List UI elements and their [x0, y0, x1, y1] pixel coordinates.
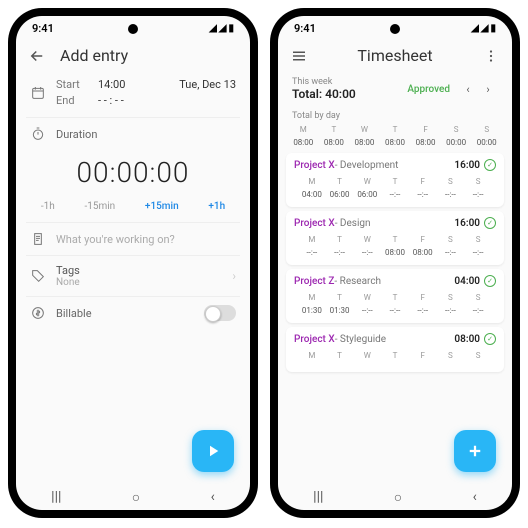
back-icon[interactable] [28, 47, 46, 65]
header: Add entry [16, 40, 250, 71]
billable-toggle[interactable] [204, 305, 236, 321]
status-time: 9:41 [294, 22, 316, 35]
phone-right: 9:41 ◢◢▮ Timesheet This week Total: 40:0… [270, 8, 520, 518]
check-icon: ✓ [484, 159, 496, 171]
duration-label: Duration [56, 128, 97, 141]
phone-left: 9:41 ◢◢▮ Add entry Start 14:00 Tue, Dec 13… [8, 8, 258, 518]
chevron-right-icon: › [232, 269, 236, 283]
check-icon: ✓ [484, 217, 496, 229]
billable-label: Billable [56, 307, 194, 320]
page-title: Add entry [60, 46, 238, 65]
end-label: End [56, 93, 86, 109]
end-value: - - : - - [98, 93, 124, 109]
status-icons: ◢◢▮ [471, 23, 496, 34]
nav-recent-icon[interactable]: ||| [51, 489, 61, 505]
nav-home-icon[interactable]: ○ [132, 489, 140, 506]
week-label: This week [292, 77, 407, 87]
stopwatch-icon [30, 126, 46, 142]
day-header: MTWTFSS [284, 123, 506, 136]
minus-1h-button[interactable]: -1h [41, 201, 55, 212]
start-label: Start [56, 77, 86, 93]
project-name: Project X [294, 334, 335, 345]
totalbyday-label: Total by day [284, 107, 506, 123]
task-name: - Research [334, 276, 381, 287]
add-fab[interactable] [454, 430, 496, 472]
nav-recent-icon[interactable]: ||| [313, 489, 323, 505]
task-name: - Design [335, 218, 371, 229]
minus-15m-button[interactable]: -15min [84, 201, 115, 212]
camera-notch [128, 24, 138, 34]
card-total: 16:00 [454, 218, 480, 229]
next-week-button[interactable]: › [478, 83, 498, 96]
duration-row: Duration [26, 120, 240, 148]
tag-icon [30, 268, 46, 284]
nav-back-icon[interactable]: ‹ [473, 489, 477, 505]
tags-row[interactable]: Tags None › [26, 258, 240, 294]
project-name: Project Z [294, 276, 334, 287]
duration-display[interactable]: 00:00:00 [26, 148, 240, 197]
date-value: Tue, Dec 13 [179, 77, 236, 93]
time-row[interactable]: Start 14:00 Tue, Dec 13 End - - : - - [26, 71, 240, 115]
card-total: 04:00 [454, 276, 480, 287]
project-name: Project X [294, 218, 335, 229]
status-time: 9:41 [32, 22, 54, 35]
task-name: - Styleguide [335, 334, 386, 345]
card-total: 16:00 [454, 160, 480, 171]
play-fab[interactable] [192, 430, 234, 472]
duration-adjust: -1h -15min +15min +1h [26, 197, 240, 220]
description-placeholder: What you're working on? [56, 233, 175, 246]
nav-back-icon[interactable]: ‹ [211, 489, 215, 505]
tags-label: Tags [56, 264, 222, 277]
day-totals: 08:0008:0008:0008:0008:0000:0000:00 [284, 136, 506, 149]
description-row[interactable]: What you're working on? [26, 225, 240, 253]
timesheet-card[interactable]: Project X - Development16:00✓MTWTFSS04:0… [286, 153, 504, 207]
status-icons: ◢◢▮ [209, 23, 234, 34]
total-label: Total: 40:00 [292, 87, 407, 101]
summary-row: This week Total: 40:00 Approved ‹ › [284, 71, 506, 107]
nav-home-icon[interactable]: ○ [394, 489, 402, 506]
more-icon[interactable] [482, 47, 500, 65]
card-total: 08:00 [454, 334, 480, 345]
prev-week-button[interactable]: ‹ [458, 83, 478, 96]
billable-row[interactable]: Billable [26, 299, 240, 327]
nav-bar: ||| ○ ‹ [16, 484, 250, 510]
note-icon [30, 231, 46, 247]
start-value: 14:00 [98, 77, 125, 93]
plus-15m-button[interactable]: +15min [145, 201, 179, 212]
tags-value: None [56, 277, 222, 288]
project-name: Project X [294, 160, 335, 171]
check-icon: ✓ [484, 275, 496, 287]
timesheet-card[interactable]: Project X - Design16:00✓MTWTFSS--:----:-… [286, 211, 504, 265]
approved-badge: Approved [407, 84, 450, 95]
camera-notch [390, 24, 400, 34]
nav-bar: ||| ○ ‹ [278, 484, 512, 510]
menu-icon[interactable] [290, 47, 308, 65]
timesheet-card[interactable]: Project X - Styleguide08:00✓MTWTFSS [286, 327, 504, 372]
task-name: - Development [335, 160, 399, 171]
header: Timesheet [278, 40, 512, 71]
calendar-icon [30, 85, 46, 101]
timesheet-card[interactable]: Project Z - Research04:00✓MTWTFSS01:3001… [286, 269, 504, 323]
dollar-icon [30, 305, 46, 321]
plus-1h-button[interactable]: +1h [208, 201, 225, 212]
check-icon: ✓ [484, 333, 496, 345]
page-title: Timesheet [322, 46, 468, 65]
